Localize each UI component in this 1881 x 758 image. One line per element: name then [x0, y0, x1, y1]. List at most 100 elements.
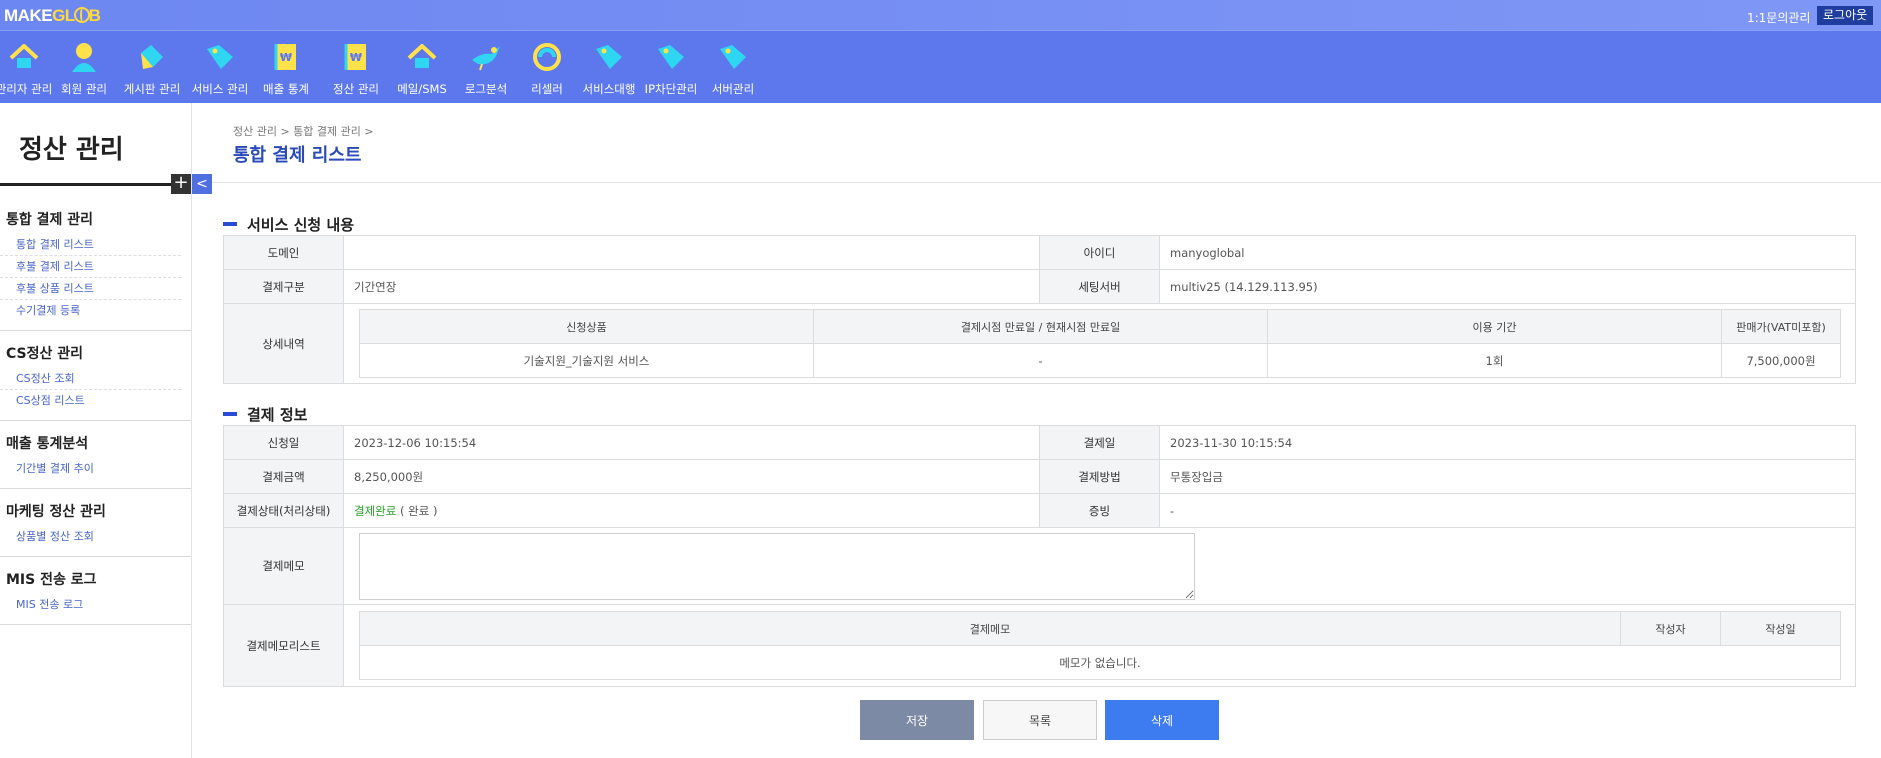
detail-header: 판매가(VAT미포함)	[1721, 309, 1841, 344]
sidebar-group: 매출 통계분석 기간별 결제 추이	[0, 421, 191, 489]
chevron-left-icon[interactable]: <	[192, 174, 212, 194]
nav-label: 게시판 관리	[123, 82, 181, 96]
plus-icon[interactable]: +	[171, 174, 191, 194]
sidebar-group: CS정산 관리 CS정산 조회 CS상점 리스트	[0, 331, 191, 421]
status-label: 결제상태(처리상태)	[223, 493, 344, 528]
sidebar-item-mis-log[interactable]: MIS 전송 로그	[0, 594, 181, 616]
sidebar-item-cs-stores[interactable]: CS상점 리스트	[0, 390, 181, 412]
sidebar-group-title[interactable]: MIS 전송 로그	[0, 569, 191, 589]
won-notebook-icon: ₩	[270, 41, 302, 73]
nav-item-server[interactable]: 서버관리	[703, 31, 763, 104]
sidebar-item-product-settlement[interactable]: 상품별 정산 조회	[0, 526, 181, 548]
breadcrumb: 정산 관리 > 통합 결제 관리 >	[233, 125, 374, 138]
detail-header: 이용 기간	[1267, 309, 1722, 344]
list-button[interactable]: 목록	[983, 700, 1097, 740]
detail-table: 신청상품 결제시점 만료일 / 현재시점 만료일 이용 기간 판매가(VAT미포…	[359, 309, 1841, 378]
sidebar-menu: 통합 결제 관리 통합 결제 리스트 후불 결제 리스트 후불 상품 리스트 수…	[0, 197, 191, 625]
sidebar-group-title[interactable]: 마케팅 정산 관리	[0, 501, 191, 521]
section-title-service: 서비스 신청 내용	[223, 214, 354, 235]
nav-label: 로그분석	[464, 82, 508, 96]
tag-icon	[655, 41, 687, 73]
sidebar-item-postpaid-list[interactable]: 후불 결제 리스트	[0, 256, 181, 278]
nav-item-admin[interactable]: 관리자 관리	[0, 31, 52, 104]
pay-date-value: 2023-11-30 10:15:54	[1159, 425, 1856, 460]
nav-item-log-analysis[interactable]: 로그분석	[455, 31, 517, 104]
header-divider	[212, 182, 1881, 183]
detail-product: 기술지원_기술지원 서비스	[359, 343, 814, 378]
detail-expiry: -	[813, 343, 1268, 378]
delete-button[interactable]: 삭제	[1105, 700, 1219, 740]
method-label: 결제방법	[1039, 459, 1160, 494]
nav-item-board[interactable]: 게시판 관리	[122, 31, 182, 104]
sidebar: 정산 관리 + < 통합 결제 관리 통합 결제 리스트 후불 결제 리스트 후…	[0, 103, 212, 758]
memo-textarea[interactable]	[359, 532, 1195, 600]
nav-item-reseller[interactable]: 리셀러	[517, 31, 577, 104]
nav-item-settlement[interactable]: ₩ 정산 관리	[326, 31, 386, 104]
detail-label: 상세내역	[223, 303, 344, 384]
top-bar: MAKEGL B 1:1문의관리 로그아웃	[0, 0, 1881, 30]
sidebar-item-manual-payment[interactable]: 수기결제 등록	[0, 300, 181, 322]
sidebar-item-period-trend[interactable]: 기간별 결제 추이	[0, 458, 181, 480]
nav-label: 매출 통계	[263, 82, 309, 96]
sidebar-group: MIS 전송 로그 MIS 전송 로그	[0, 557, 191, 625]
bird-icon	[470, 41, 502, 73]
memo-list-cell: 결제메모 작성자 작성일 메모가 없습니다.	[343, 604, 1856, 687]
diamond-icon	[136, 41, 168, 73]
house-icon	[406, 41, 438, 73]
inquiry-link[interactable]: 1:1문의관리	[1747, 9, 1810, 26]
nav-item-sales-stats[interactable]: ₩ 매출 통계	[256, 31, 316, 104]
sidebar-divider	[0, 183, 171, 186]
memo-list-header: 작성자	[1620, 611, 1721, 646]
nav-item-ip-block[interactable]: IP차단관리	[640, 31, 702, 104]
logo-glob-prefix: GL	[52, 6, 75, 25]
save-button[interactable]: 저장	[860, 700, 974, 740]
house-icon	[8, 41, 40, 73]
sidebar-group-title[interactable]: 매출 통계분석	[0, 433, 191, 453]
detail-cell: 신청상품 결제시점 만료일 / 현재시점 만료일 이용 기간 판매가(VAT미포…	[343, 303, 1856, 384]
nav-label: 서비스 관리	[191, 82, 249, 96]
refresh-circle-icon	[531, 41, 563, 73]
logo-glob-suffix: B	[88, 6, 101, 25]
detail-price: 7,500,000원	[1721, 343, 1841, 378]
person-icon	[68, 41, 100, 73]
nav-label: 회원 관리	[61, 82, 107, 96]
proof-label: 증빙	[1039, 493, 1160, 528]
table-row: 메모가 없습니다.	[359, 645, 1841, 680]
logo[interactable]: MAKEGL B	[4, 6, 101, 26]
sidebar-group-title[interactable]: 통합 결제 관리	[0, 209, 191, 229]
tag-icon	[204, 41, 236, 73]
nav-item-service-agent[interactable]: 서비스대행	[578, 31, 640, 104]
server-value: multiv25 (14.129.113.95)	[1159, 269, 1856, 304]
nav-item-mail-sms[interactable]: 메일/SMS	[392, 31, 452, 104]
domain-label: 도메인	[223, 235, 344, 270]
status-process: ( 완료 )	[396, 503, 438, 518]
sidebar-group-title[interactable]: CS정산 관리	[0, 343, 191, 363]
nav-item-service[interactable]: 서비스 관리	[190, 31, 250, 104]
sidebar-item-postpaid-products[interactable]: 후불 상품 리스트	[0, 278, 181, 300]
pay-date-label: 결제일	[1039, 425, 1160, 460]
nav-item-members[interactable]: 회원 관리	[56, 31, 112, 104]
tag-icon	[593, 41, 625, 73]
globe-icon	[73, 7, 90, 23]
main-nav: 관리자 관리 회원 관리 게시판 관리 서비스 관리 ₩ 매출 통계 ₩ 정산 …	[0, 30, 1881, 103]
logout-button[interactable]: 로그아웃	[1817, 6, 1874, 25]
memo-list-table: 결제메모 작성자 작성일 메모가 없습니다.	[359, 611, 1841, 680]
nav-label: 서비스대행	[582, 82, 636, 96]
nav-label: 서버관리	[711, 82, 755, 96]
sidebar-group: 마케팅 정산 관리 상품별 정산 조회	[0, 489, 191, 557]
service-table: 도메인 아이디 manyoglobal 결제구분 기간연장 세팅서버 multi…	[223, 235, 1856, 384]
svg-text:₩: ₩	[350, 51, 362, 64]
sidebar-item-cs-settlement[interactable]: CS정산 조회	[0, 368, 181, 390]
sidebar-title: 정산 관리	[19, 135, 124, 165]
svg-text:₩: ₩	[280, 51, 292, 64]
status-cell: 결제완료 ( 완료 )	[343, 493, 1040, 528]
tag-icon	[717, 41, 749, 73]
memo-list-label: 결제메모리스트	[223, 604, 344, 687]
sidebar-item-payment-list[interactable]: 통합 결제 리스트	[0, 234, 181, 256]
memo-empty-message: 메모가 없습니다.	[359, 645, 1841, 680]
domain-value	[343, 235, 1040, 270]
sidebar-group: 통합 결제 관리 통합 결제 리스트 후불 결제 리스트 후불 상품 리스트 수…	[0, 197, 191, 331]
method-value: 무통장입금	[1159, 459, 1856, 494]
detail-period: 1회	[1267, 343, 1722, 378]
logo-make-text: MAKE	[4, 6, 53, 25]
